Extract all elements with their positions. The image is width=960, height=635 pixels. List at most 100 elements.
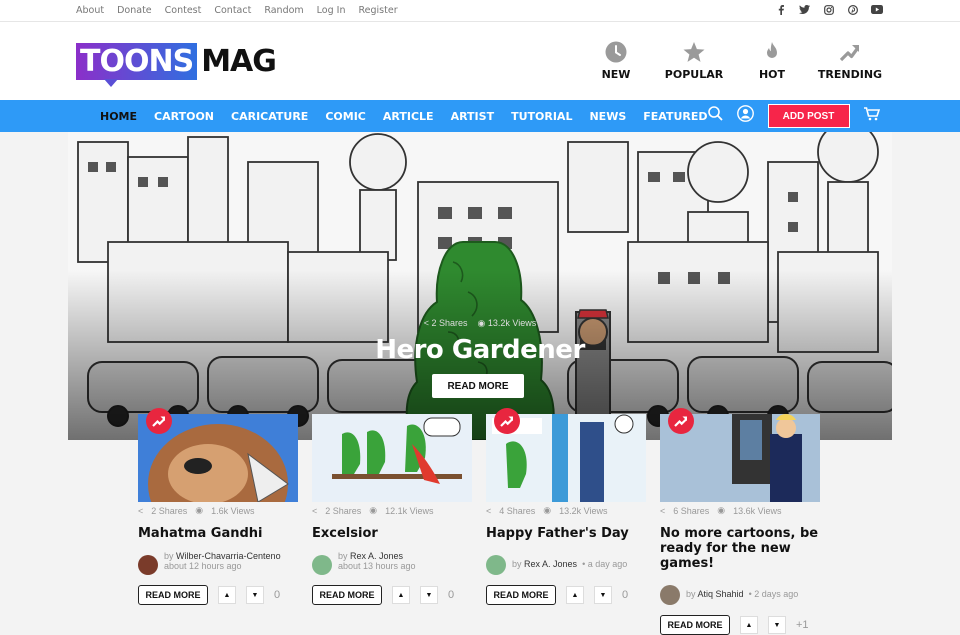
post-views: 1.6k Views xyxy=(211,505,255,516)
vote-count: 0 xyxy=(274,589,281,601)
dark-mode-toggle-icon[interactable] xyxy=(894,106,906,126)
eye-icon: ◉ xyxy=(543,505,552,515)
logo-mag: MAG xyxy=(201,43,277,79)
by-label: by xyxy=(686,589,696,599)
header-nav-popular[interactable]: POPULAR xyxy=(664,41,724,81)
main-menu: HOME CARTOON CARICATURE COMIC ARTICLE AR… xyxy=(100,110,708,123)
post-title[interactable]: Happy Father's Day xyxy=(486,526,646,541)
hero-read-more-button[interactable]: READ MORE xyxy=(432,374,524,398)
downvote-icon[interactable]: ▼ xyxy=(420,586,438,604)
menu-item-tutorial[interactable]: TUTORIAL xyxy=(511,110,572,123)
post-shares: 4 Shares xyxy=(499,505,536,516)
post-actions: READ MORE ▲ ▼ 0 xyxy=(138,585,298,605)
top-link-random[interactable]: Random xyxy=(264,5,303,16)
post-views: 13.2k Views xyxy=(559,505,608,516)
by-label: by xyxy=(512,559,522,569)
post-card[interactable]: <2 Shares ◉ 12.1k Views Excelsior by Rex … xyxy=(312,414,472,635)
post-author: by Atiq Shahid • 2 days ago xyxy=(660,581,820,605)
hero-shares: 2 Shares xyxy=(431,318,468,328)
avatar[interactable] xyxy=(486,555,506,575)
top-links: About Donate Contest Contact Random Log … xyxy=(76,5,411,16)
upvote-icon[interactable]: ▲ xyxy=(218,586,236,604)
post-card[interactable]: <4 Shares ◉ 13.2k Views Happy Father's Da… xyxy=(486,408,646,635)
menu-item-article[interactable]: ARTICLE xyxy=(383,110,434,123)
top-link-login[interactable]: Log In xyxy=(317,5,346,16)
post-title[interactable]: Excelsior xyxy=(312,526,472,541)
author-name[interactable]: Rex A. Jones xyxy=(350,551,403,561)
top-link-donate[interactable]: Donate xyxy=(117,5,152,16)
menu-item-caricature[interactable]: CARICATURE xyxy=(231,110,308,123)
add-post-button[interactable]: ADD POST xyxy=(767,104,850,128)
read-more-button[interactable]: READ MORE xyxy=(660,615,730,635)
upvote-icon[interactable]: ▲ xyxy=(740,616,758,634)
share-icon: < xyxy=(486,505,492,516)
vote-count: 0 xyxy=(448,589,455,601)
post-views: 12.1k Views xyxy=(385,505,434,516)
upvote-icon[interactable]: ▲ xyxy=(566,586,584,604)
pinterest-icon[interactable] xyxy=(847,4,858,17)
author-name[interactable]: Wilber-Chavarria-Centeno xyxy=(176,551,281,561)
author-name[interactable]: Atiq Shahid xyxy=(698,589,744,599)
post-actions: READ MORE ▲ ▼ 0 xyxy=(486,585,646,605)
top-link-contact[interactable]: Contact xyxy=(214,5,251,16)
twitter-icon[interactable] xyxy=(799,5,810,16)
vote-count: +1 xyxy=(796,619,809,631)
downvote-icon[interactable]: ▼ xyxy=(246,586,264,604)
menu-item-cartoon[interactable]: CARTOON xyxy=(154,110,214,123)
eye-icon: ◉ xyxy=(369,505,378,515)
upvote-icon[interactable]: ▲ xyxy=(392,586,410,604)
post-meta: <2 Shares ◉ 12.1k Views xyxy=(312,505,472,516)
post-card[interactable]: <6 Shares ◉ 13.6k Views No more cartoons,… xyxy=(660,408,820,635)
avatar[interactable] xyxy=(138,555,158,575)
downvote-icon[interactable]: ▼ xyxy=(594,586,612,604)
avatar[interactable] xyxy=(660,585,680,605)
menu-item-home[interactable]: HOME xyxy=(100,110,137,123)
flame-icon xyxy=(761,41,783,63)
post-card-list: <2 Shares ◉ 1.6k Views Mahatma Gandhi by … xyxy=(138,408,820,635)
logo-toons: TOONS xyxy=(76,42,198,87)
read-more-button[interactable]: READ MORE xyxy=(138,585,208,605)
top-link-contest[interactable]: Contest xyxy=(165,5,202,16)
post-title[interactable]: No more cartoons, be ready for the new g… xyxy=(660,526,820,571)
trending-arrow-icon xyxy=(839,41,861,63)
hero-featured-post[interactable]: < 2 Shares ◉ 13.2k Views Hero Gardener R… xyxy=(68,132,892,440)
top-link-register[interactable]: Register xyxy=(358,5,397,16)
post-shares: 6 Shares xyxy=(673,505,710,516)
hero-meta: < 2 Shares ◉ 13.2k Views xyxy=(68,318,892,329)
menu-item-comic[interactable]: COMIC xyxy=(325,110,366,123)
instagram-icon[interactable] xyxy=(823,4,834,17)
facebook-icon[interactable] xyxy=(775,4,786,17)
youtube-icon[interactable] xyxy=(871,5,883,16)
read-more-button[interactable]: READ MORE xyxy=(486,585,556,605)
eye-icon: ◉ xyxy=(717,505,726,515)
post-title[interactable]: Mahatma Gandhi xyxy=(138,526,298,541)
avatar[interactable] xyxy=(312,555,332,575)
author-name[interactable]: Rex A. Jones xyxy=(524,559,577,569)
share-icon: < xyxy=(423,318,429,328)
read-more-button[interactable]: READ MORE xyxy=(312,585,382,605)
hero-title[interactable]: Hero Gardener xyxy=(68,335,892,365)
menu-item-artist[interactable]: ARTIST xyxy=(451,110,495,123)
top-bar: About Donate Contest Contact Random Log … xyxy=(0,0,960,22)
share-icon: < xyxy=(138,505,144,516)
top-link-about[interactable]: About xyxy=(76,5,104,16)
trending-badge-icon xyxy=(494,408,520,434)
post-time: a day ago xyxy=(587,559,628,569)
post-time: 2 days ago xyxy=(754,589,799,599)
site-logo[interactable]: TOONS MAG xyxy=(76,42,277,87)
post-time: about 12 hours ago xyxy=(164,561,242,571)
header-nav-hot[interactable]: HOT xyxy=(744,41,800,81)
post-thumbnail[interactable] xyxy=(312,414,472,502)
user-icon[interactable] xyxy=(736,105,754,127)
cart-icon[interactable] xyxy=(863,106,880,126)
header-nav-new[interactable]: NEW xyxy=(588,41,644,81)
search-icon[interactable] xyxy=(707,106,723,126)
by-label: by xyxy=(338,551,348,561)
header-nav-trending[interactable]: TRENDING xyxy=(818,41,882,81)
downvote-icon[interactable]: ▼ xyxy=(768,616,786,634)
menu-item-featured[interactable]: FEATURED xyxy=(643,110,707,123)
header-nav-popular-label: POPULAR xyxy=(664,68,724,81)
post-card[interactable]: <2 Shares ◉ 1.6k Views Mahatma Gandhi by … xyxy=(138,408,298,635)
menu-item-news[interactable]: NEWS xyxy=(589,110,626,123)
post-author: by Rex A. Jones • a day ago xyxy=(486,551,646,575)
